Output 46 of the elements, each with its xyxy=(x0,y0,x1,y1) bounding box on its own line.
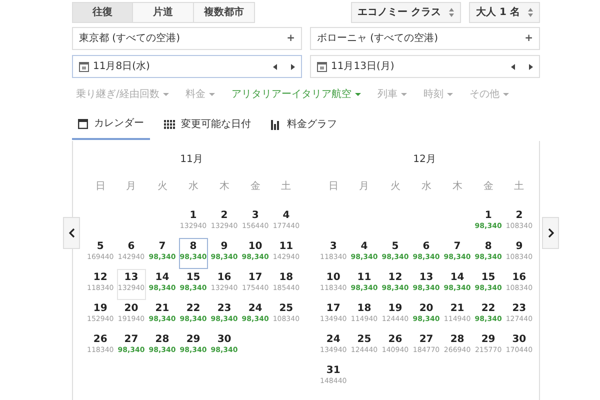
view-tab[interactable]: 料金グラフ xyxy=(265,112,343,140)
destination-field[interactable]: ボローニャ (すべての空港) + xyxy=(310,27,540,50)
calendar-icon xyxy=(317,62,327,72)
weekday-label: 土 xyxy=(513,180,526,194)
sort-icon xyxy=(449,8,454,17)
return-date-field[interactable]: 11月13日(月) xyxy=(310,55,540,78)
previous-day-icon[interactable] xyxy=(511,64,515,70)
passenger-select[interactable]: 大人 1 名 xyxy=(469,2,540,23)
filter-dropdown[interactable]: アリタリアーイタリア航空 xyxy=(231,87,362,102)
month-title: 11月 xyxy=(179,153,204,167)
next-day-icon[interactable] xyxy=(529,64,533,70)
weekday-label: 月 xyxy=(358,180,370,194)
chevron-right-icon xyxy=(548,228,554,238)
weekday-label: 土 xyxy=(280,180,292,194)
add-icon[interactable]: + xyxy=(286,31,295,46)
weekday-label: 月 xyxy=(125,180,138,194)
grid-icon xyxy=(164,120,175,130)
weekday-label: 木 xyxy=(451,180,464,194)
weekday-label: 日 xyxy=(94,180,106,194)
weekday-label: 日 xyxy=(327,180,340,194)
bar-chart-icon xyxy=(271,120,281,130)
previous-day-icon[interactable] xyxy=(273,64,277,70)
departure-date-field[interactable]: 11月8日(水) xyxy=(72,55,302,78)
trip-type-tab[interactable]: 往復 xyxy=(72,2,133,23)
weekday-label: 水 xyxy=(187,180,200,194)
cabin-select[interactable]: エコノミー クラス xyxy=(350,2,462,23)
next-day-icon[interactable] xyxy=(291,64,295,70)
weekday-label: 火 xyxy=(389,180,402,194)
weekday-label: 金 xyxy=(249,180,262,194)
weekday-label: 木 xyxy=(218,180,230,194)
view-tab[interactable]: 変更可能な日付 xyxy=(158,112,257,140)
chevron-left-icon xyxy=(68,228,74,238)
month-title: 12月 xyxy=(412,153,437,167)
add-icon[interactable]: + xyxy=(524,31,533,46)
weekday-label: 火 xyxy=(156,180,168,194)
next-month-button[interactable] xyxy=(542,217,559,249)
trip-type-tab[interactable]: 片道 xyxy=(133,2,194,23)
weekday-label: 水 xyxy=(420,180,432,194)
sort-icon xyxy=(528,8,533,17)
calendar-icon xyxy=(79,62,89,72)
view-tab[interactable]: カレンダー xyxy=(72,112,150,140)
trip-type-tab[interactable]: 複数都市 xyxy=(194,2,255,23)
weekday-label: 金 xyxy=(482,180,494,194)
previous-month-button[interactable] xyxy=(63,217,80,249)
calendar-icon xyxy=(78,118,88,128)
origin-field[interactable]: 東京都 (すべての空港) + xyxy=(72,27,302,50)
